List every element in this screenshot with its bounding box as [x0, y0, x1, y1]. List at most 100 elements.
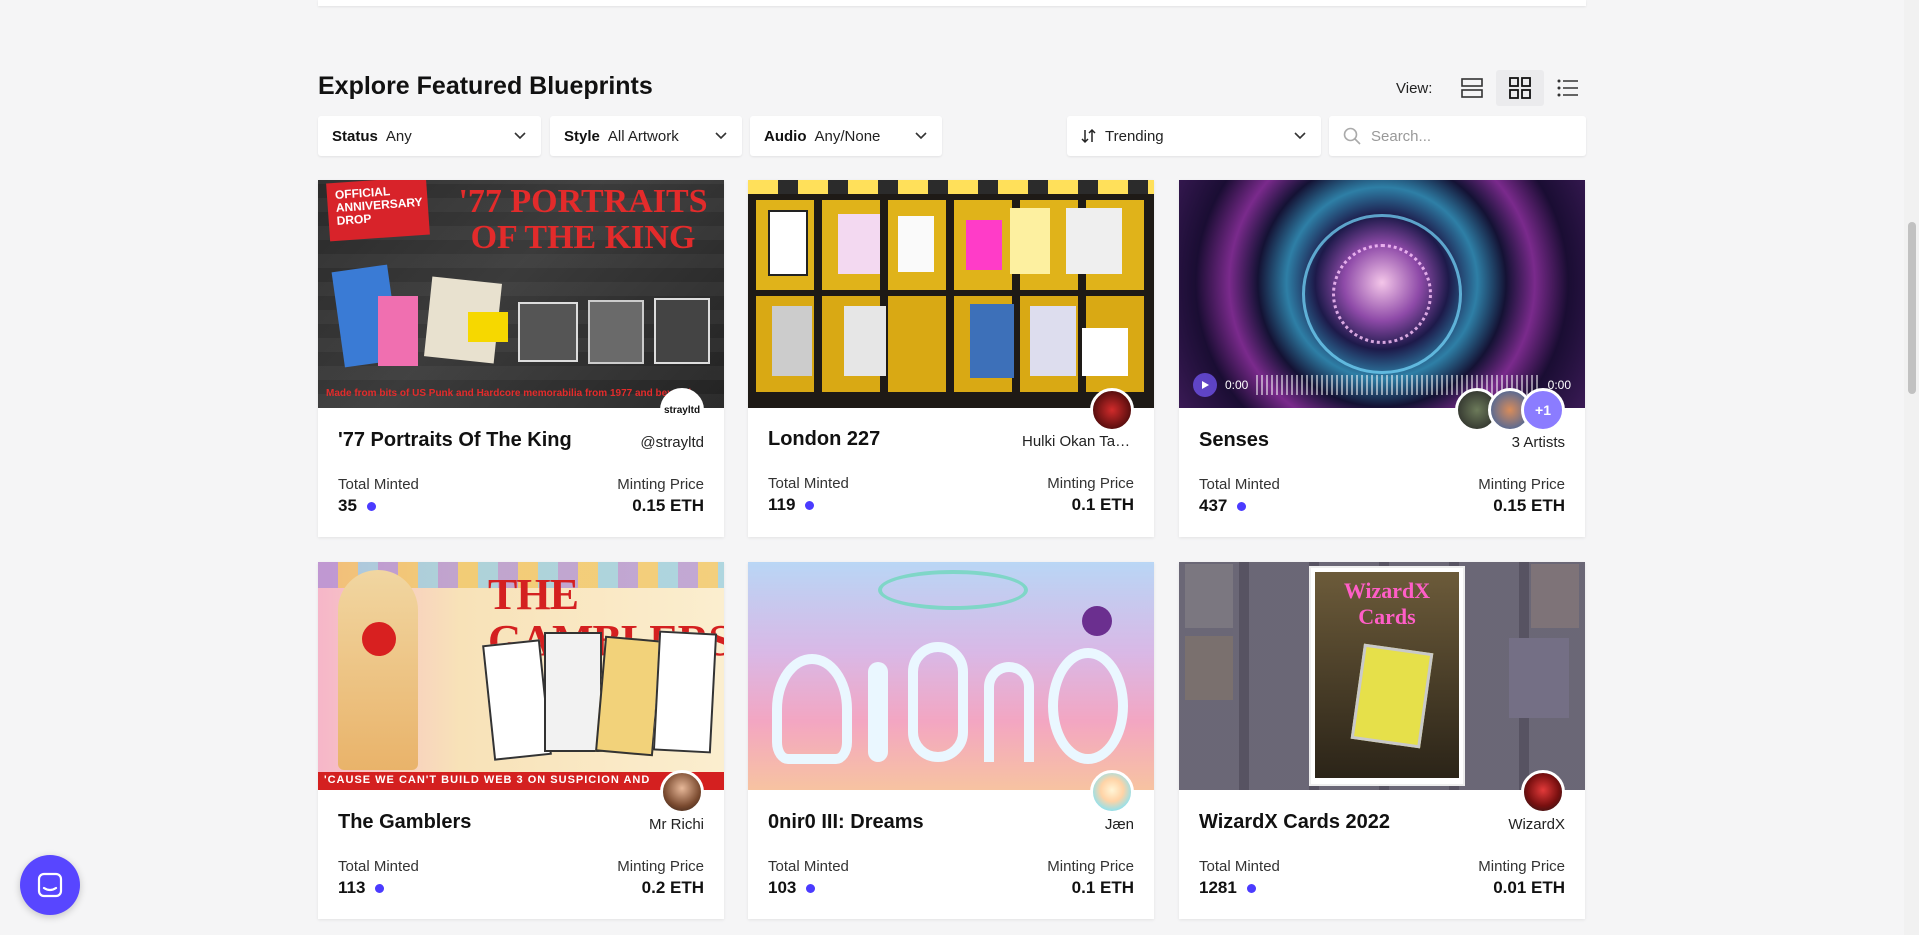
total-minted-value: 437 [1199, 496, 1247, 516]
total-minted-label: Total Minted [1199, 476, 1280, 493]
minting-price-value: 0.2 ETH [641, 878, 704, 897]
minting-price-label: Minting Price [617, 858, 704, 875]
filter-bar: Status Any Style All Artwork Audio Any/N… [318, 116, 1586, 156]
artwork-headline: WizardX Cards [1343, 578, 1431, 629]
view-label: View: [1396, 79, 1433, 97]
page-scrollbar[interactable] [1904, 0, 1919, 935]
status-dot [806, 883, 816, 893]
total-minted-value: 1281 [1199, 878, 1256, 898]
minted-count: 437 [1199, 496, 1228, 515]
view-grid-button[interactable] [1496, 70, 1545, 106]
grid-icon [1509, 77, 1532, 99]
play-icon [1202, 381, 1209, 389]
total-minted-value: 35 [338, 496, 376, 516]
card-title[interactable]: WizardX Cards 2022 [1199, 811, 1390, 834]
section-title: Explore Featured Blueprints [318, 72, 653, 100]
view-compact-list-button[interactable] [1544, 70, 1592, 106]
minting-price-value: 0.1 ETH [1071, 878, 1134, 897]
total-minted-value: 113 [338, 878, 385, 898]
card-artist[interactable]: Mr Richi [649, 816, 704, 833]
minting-price-label: Minting Price [617, 476, 704, 493]
artist-avatar-group[interactable]: +1 [1455, 388, 1565, 432]
blueprint-card[interactable]: 0nir0 III: Dreams Jæn Total Minted 103 M… [748, 562, 1154, 919]
total-minted-label: Total Minted [1199, 858, 1280, 875]
minting-price-label: Minting Price [1047, 858, 1134, 875]
play-button[interactable] [1193, 373, 1217, 397]
search-box[interactable] [1329, 116, 1586, 156]
artist-avatar[interactable] [1090, 388, 1134, 432]
blueprint-card[interactable]: 0:00 0:00 +1 Senses 3 Artists Total Mint… [1179, 180, 1585, 537]
card-artist[interactable]: @strayltd [640, 434, 704, 451]
status-dot [375, 883, 385, 893]
chevron-down-icon [915, 132, 927, 140]
search-icon [1343, 127, 1361, 145]
avatar-label: strayltd [663, 404, 701, 416]
minting-price-label: Minting Price [1478, 476, 1565, 493]
total-minted-value: 103 [768, 878, 816, 898]
card-artist[interactable]: WizardX [1508, 816, 1565, 833]
scrollbar-thumb[interactable] [1908, 222, 1916, 394]
audio-time-current: 0:00 [1225, 378, 1249, 392]
status-dot [1246, 883, 1256, 893]
minted-count: 1281 [1199, 878, 1237, 897]
blueprint-card[interactable]: THE GAMBLERS 'CAUSE WE CAN'T BUILD WEB 3… [318, 562, 724, 919]
card-artwork-image: THE GAMBLERS 'CAUSE WE CAN'T BUILD WEB 3… [318, 562, 724, 790]
search-input[interactable] [1371, 127, 1571, 145]
minting-price-label: Minting Price [1478, 858, 1565, 875]
minted-count: 35 [338, 496, 357, 515]
artwork-headline: '77 PORTRAITS OF THE KING [458, 183, 708, 256]
card-artwork-image [748, 562, 1154, 790]
audio-filter-dropdown[interactable]: Audio Any/None [750, 116, 942, 156]
minted-count: 113 [338, 878, 366, 897]
blueprint-card[interactable]: London 227 Hulki Okan Tabak Total Minted… [748, 180, 1154, 537]
list-large-icon [1461, 78, 1484, 98]
blueprint-card[interactable]: WizardX Cards WizardX Cards 2022 WizardX… [1179, 562, 1585, 919]
artwork-badge: OFFICIAL ANNIVERSARY DROP [326, 180, 430, 242]
total-minted-label: Total Minted [768, 475, 849, 492]
card-artwork-image [748, 180, 1154, 408]
card-artist[interactable]: Hulki Okan Tabak [1022, 433, 1134, 450]
card-title[interactable]: The Gamblers [338, 811, 471, 834]
previous-section-card-edge [318, 0, 1586, 6]
sort-dropdown[interactable]: Trending [1067, 116, 1321, 156]
sort-value: Trending [1105, 127, 1164, 145]
card-title[interactable]: Senses [1199, 429, 1269, 452]
card-title[interactable]: London 227 [768, 428, 880, 451]
status-filter-value: Any [385, 127, 412, 145]
artwork-caption: Made from bits of US Punk and Hardcore m… [326, 388, 692, 399]
list-compact-icon [1557, 79, 1579, 97]
chat-icon [37, 872, 63, 898]
chevron-down-icon [514, 132, 526, 140]
artist-avatar[interactable]: strayltd [660, 388, 704, 432]
card-artwork-image: OFFICIAL ANNIVERSARY DROP '77 PORTRAITS … [318, 180, 724, 408]
view-large-list-button[interactable] [1448, 70, 1496, 106]
style-filter-value: All Artwork [607, 127, 679, 145]
view-switcher: View: [1396, 70, 1592, 106]
total-minted-label: Total Minted [338, 476, 419, 493]
card-artist[interactable]: Jæn [1105, 816, 1134, 833]
card-title[interactable]: 0nir0 III: Dreams [768, 811, 924, 834]
card-artist[interactable]: 3 Artists [1512, 434, 1565, 451]
audio-filter-value: Any/None [814, 127, 881, 145]
card-title[interactable]: '77 Portraits Of The King [338, 429, 572, 452]
audio-filter-key: Audio [764, 127, 807, 145]
minted-count: 119 [768, 495, 796, 514]
artist-avatar[interactable] [1521, 770, 1565, 814]
minting-price-value: 0.15 ETH [1493, 496, 1565, 515]
minting-price-value: 0.15 ETH [632, 496, 704, 515]
chevron-down-icon [715, 132, 727, 140]
total-minted-value: 119 [768, 495, 815, 515]
sort-icon [1081, 128, 1096, 144]
artist-avatar[interactable] [660, 770, 704, 814]
total-minted-label: Total Minted [768, 858, 849, 875]
status-dot [1237, 501, 1247, 511]
chevron-down-icon [1294, 132, 1306, 140]
blueprint-card[interactable]: OFFICIAL ANNIVERSARY DROP '77 PORTRAITS … [318, 180, 724, 537]
status-filter-key: Status [332, 127, 378, 145]
artist-avatar[interactable] [1090, 770, 1134, 814]
support-chat-button[interactable] [20, 855, 80, 915]
status-filter-dropdown[interactable]: Status Any [318, 116, 541, 156]
style-filter-dropdown[interactable]: Style All Artwork [550, 116, 742, 156]
more-artists-badge[interactable]: +1 [1521, 388, 1565, 432]
status-dot [366, 501, 376, 511]
